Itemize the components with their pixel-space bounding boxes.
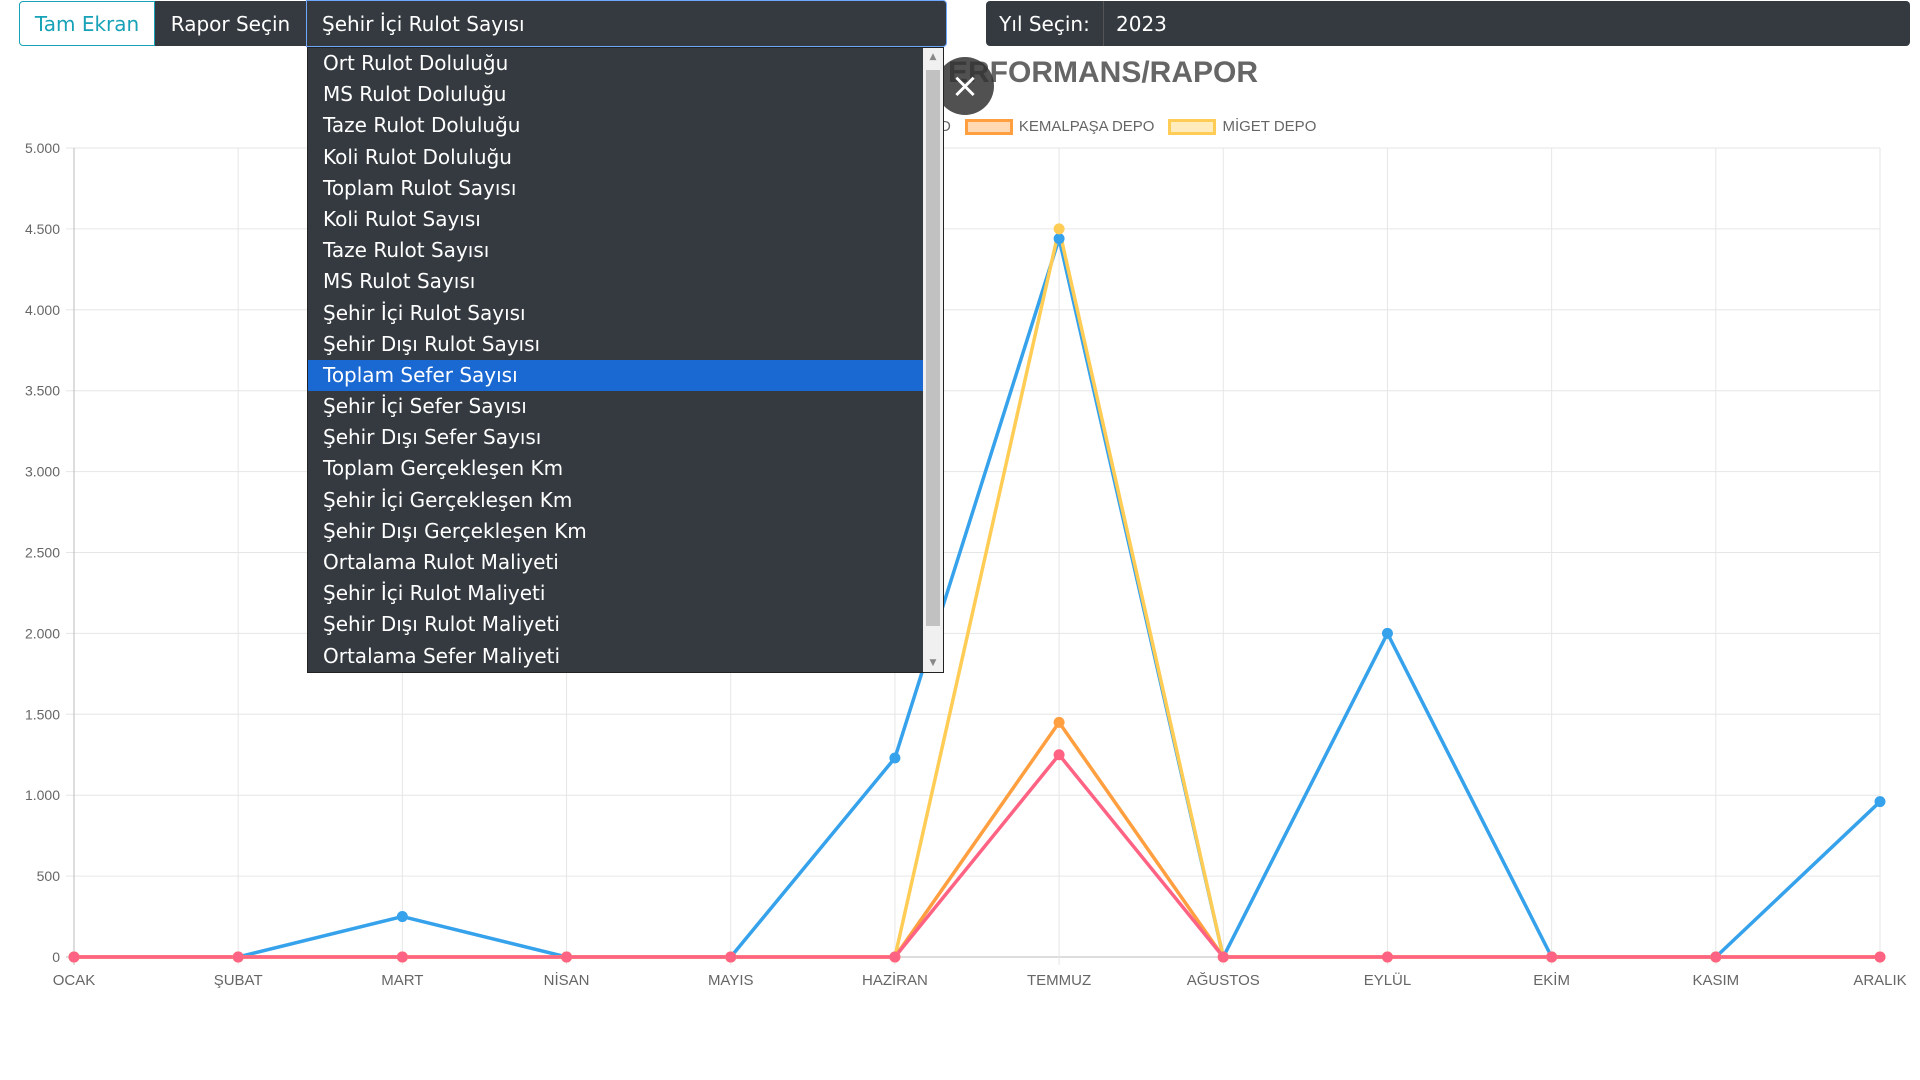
data-point [1053, 716, 1065, 728]
data-point [68, 951, 80, 963]
y-tick-label: 1.000 [25, 787, 60, 803]
data-point [1053, 223, 1065, 235]
dropdown-option[interactable]: Toplam Sefer Sayısı [308, 359, 925, 392]
y-tick-label: 500 [37, 868, 61, 884]
data-point [1381, 951, 1393, 963]
legend-swatch [964, 118, 1013, 135]
y-tick-label: 1.500 [25, 706, 60, 722]
chart-legend: D KEMALPAŞA DEPO MİGET DEPO [940, 118, 1316, 135]
legend-item[interactable]: KEMALPAŞA DEPO [964, 118, 1155, 135]
dropdown-option[interactable]: Ortalama Sefer Maliyeti [308, 641, 925, 672]
data-point [561, 951, 573, 963]
report-dropdown-list[interactable]: Ort Rulot Doluluğu MS Rulot Doluluğu Taze … [307, 47, 944, 673]
x-tick-label: ARALIK [1853, 972, 1906, 989]
data-point [1546, 951, 1558, 963]
dropdown-option[interactable]: Ort Rulot Doluluğu [308, 48, 925, 79]
scroll-up-arrow-icon[interactable]: ▲ [923, 48, 943, 66]
dropdown-option[interactable]: Şehir Dışı Sefer Sayısı [308, 422, 925, 453]
x-tick-label: HAZİRAN [862, 971, 928, 989]
dropdown-option[interactable]: Taze Rulot Doluluğu [308, 110, 925, 141]
dropdown-option[interactable]: Toplam Gerçekleşen Km [308, 453, 925, 484]
x-tick-label: ŞUBAT [214, 972, 263, 989]
dropdown-option[interactable]: Toplam Rulot Sayısı [308, 173, 925, 204]
legend-item[interactable]: MİGET DEPO [1168, 118, 1316, 135]
dropdown-option[interactable]: Şehir İçi Rulot Sayısı [308, 298, 925, 329]
dropdown-option[interactable]: Koli Rulot Sayısı [308, 204, 925, 235]
data-point [1053, 749, 1065, 761]
dropdown-items: Ort Rulot Doluluğu MS Rulot Doluluğu Taze … [308, 48, 943, 672]
x-tick-label: EYLÜL [1364, 971, 1412, 989]
chart-title: ERFORMANS/RAPOR [948, 56, 1259, 89]
y-tick-label: 3.500 [25, 383, 60, 399]
y-tick-label: 0 [52, 949, 60, 965]
y-tick-label: 2.000 [25, 625, 60, 641]
legend-label: MİGET DEPO [1222, 118, 1317, 135]
dropdown-option[interactable]: Şehir İçi Sefer Sayısı [308, 391, 925, 422]
dropdown-option[interactable]: MS Rulot Doluluğu [308, 79, 925, 110]
data-point [889, 951, 901, 963]
data-point [1381, 627, 1393, 639]
line-chart: 0 500 1.000 1.500 2.000 2.500 3.000 3.500 4.000 4… [25, 140, 1907, 989]
y-tick-label: 5.000 [25, 140, 60, 156]
data-point [725, 951, 737, 963]
dropdown-option[interactable]: Taze Rulot Sayısı [308, 235, 925, 266]
data-point [232, 951, 244, 963]
y-tick-label: 2.500 [25, 545, 60, 561]
dropdown-option[interactable]: Şehir İçi Gerçekleşen Km [308, 485, 925, 516]
scroll-down-arrow-icon[interactable]: ▼ [923, 654, 943, 672]
dropdown-option[interactable]: Şehir İçi Rulot Maliyeti [308, 578, 925, 609]
data-point [396, 951, 408, 963]
dropdown-option[interactable]: Ortalama Rulot Maliyeti [308, 547, 925, 578]
data-point [396, 911, 408, 923]
close-icon[interactable]: × [936, 57, 994, 115]
y-tick-label: 3.000 [25, 464, 60, 480]
x-tick-label: TEMMUZ [1027, 972, 1091, 989]
data-point [1217, 951, 1229, 963]
dropdown-option[interactable]: MS Rulot Sayısı [308, 266, 925, 297]
dropdown-option[interactable]: Şehir Dışı Gerçekleşen Km [308, 516, 925, 547]
dropdown-option[interactable]: Şehir Dışı Rulot Sayısı [308, 329, 925, 360]
x-tick-label: NİSAN [544, 971, 590, 989]
data-point [1053, 233, 1065, 245]
data-point [1874, 796, 1886, 808]
legend-swatch [1168, 118, 1217, 135]
dropdown-option[interactable]: Koli Rulot Doluluğu [308, 142, 925, 173]
series-line [74, 719, 1880, 959]
data-point [1710, 951, 1722, 963]
x-tick-label: KASIM [1692, 972, 1739, 989]
x-tick-label: MAYIS [708, 972, 754, 989]
legend-label: KEMALPAŞA DEPO [1018, 118, 1155, 135]
y-tick-label: 4.500 [25, 221, 60, 237]
dropdown-option[interactable]: Şehir Dışı Rulot Maliyeti [308, 609, 925, 640]
x-tick-label: MART [381, 972, 423, 989]
dropdown-scrollbar[interactable]: ▲ ▼ [923, 48, 943, 672]
x-tick-label: EKİM [1533, 971, 1570, 989]
data-point [1874, 951, 1886, 963]
x-tick-label: OCAK [53, 972, 96, 989]
x-tick-label: AĞUSTOS [1187, 972, 1260, 989]
y-tick-label: 4.000 [25, 302, 60, 318]
data-point [889, 752, 901, 764]
series-line [74, 751, 1880, 959]
scroll-thumb[interactable] [926, 70, 940, 626]
